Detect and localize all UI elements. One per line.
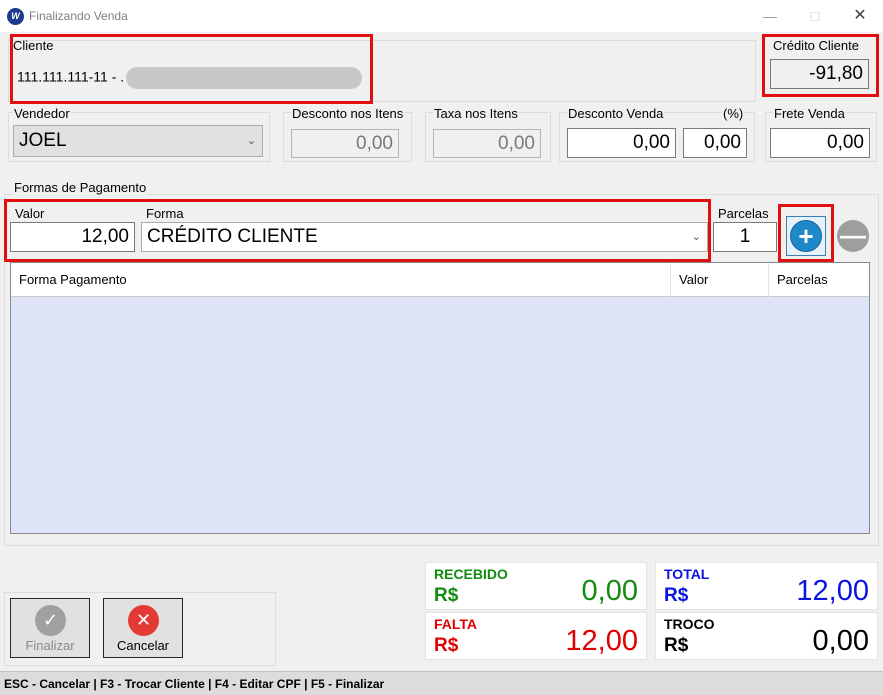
shortcut-hints: ESC - Cancelar | F3 - Trocar Cliente | F…: [4, 677, 385, 691]
cancelar-label: Cancelar: [116, 638, 170, 653]
recebido-label: RECEBIDO: [434, 566, 508, 582]
close-window-button[interactable]: ✕: [842, 4, 878, 28]
falta-currency: R$: [434, 635, 459, 656]
frete-venda-field[interactable]: 0,00: [770, 128, 870, 158]
check-icon: ✓: [35, 605, 66, 636]
vendedor-value: JOEL: [19, 130, 67, 151]
falta-value: 12,00: [565, 625, 638, 657]
app-logo-icon: W: [7, 8, 24, 25]
payments-table[interactable]: Forma Pagamento Valor Parcelas: [10, 262, 870, 534]
window-title: Finalizando Venda: [29, 9, 128, 23]
recebido-box: RECEBIDO R$ 0,00: [425, 562, 647, 610]
desconto-pct-field[interactable]: 0,00: [683, 128, 747, 158]
total-box: TOTAL R$ 12,00: [655, 562, 878, 610]
total-label: TOTAL: [664, 566, 710, 582]
troco-box: TROCO R$ 0,00: [655, 612, 878, 660]
column-parcelas[interactable]: Parcelas: [769, 263, 869, 297]
highlight-add: [778, 204, 834, 262]
falta-box: FALTA R$ 12,00: [425, 612, 647, 660]
highlight-cliente: [10, 34, 373, 104]
parcelas-label: Parcelas: [718, 206, 769, 221]
column-forma-pagamento[interactable]: Forma Pagamento: [11, 263, 671, 297]
finalizar-button[interactable]: ✓ Finalizar: [10, 598, 90, 658]
minus-icon: —: [840, 220, 866, 250]
formas-pagamento-label: Formas de Pagamento: [13, 180, 148, 195]
desconto-itens-field: 0,00: [291, 129, 399, 158]
cancelar-button[interactable]: ✕ Cancelar: [103, 598, 183, 658]
recebido-currency: R$: [434, 585, 459, 606]
finalizar-label: Finalizar: [25, 638, 75, 653]
highlight-credito: [762, 34, 879, 97]
remove-payment-button[interactable]: —: [837, 220, 869, 252]
chevron-down-icon: ⌄: [246, 135, 256, 147]
total-value: 12,00: [796, 575, 869, 607]
close-icon: ✕: [128, 605, 159, 636]
total-currency: R$: [664, 585, 689, 606]
parcelas-input[interactable]: 1: [713, 222, 777, 252]
desconto-pct-label: (%): [722, 106, 745, 121]
desconto-venda-label: Desconto Venda: [567, 106, 665, 121]
taxa-itens-label: Taxa nos Itens: [433, 106, 519, 121]
title-bar: W Finalizando Venda — □ ✕: [0, 0, 883, 32]
falta-label: FALTA: [434, 616, 478, 632]
vendedor-select[interactable]: JOEL ⌄: [13, 125, 263, 157]
vendedor-label: Vendedor: [13, 106, 71, 121]
frete-venda-label: Frete Venda: [773, 106, 846, 121]
desconto-itens-label: Desconto nos Itens: [291, 106, 405, 121]
troco-label: TROCO: [664, 616, 715, 632]
troco-currency: R$: [664, 635, 689, 656]
maximize-button[interactable]: □: [797, 4, 833, 28]
troco-value: 0,00: [812, 625, 869, 657]
taxa-itens-field: 0,00: [433, 129, 541, 158]
column-valor[interactable]: Valor: [671, 263, 769, 297]
minimize-button[interactable]: —: [752, 4, 788, 28]
table-header: Forma Pagamento Valor Parcelas: [11, 263, 869, 297]
highlight-pagamento: [4, 199, 711, 262]
status-bar: ESC - Cancelar | F3 - Trocar Cliente | F…: [0, 671, 883, 695]
desconto-venda-field[interactable]: 0,00: [567, 128, 676, 158]
recebido-value: 0,00: [581, 575, 638, 607]
